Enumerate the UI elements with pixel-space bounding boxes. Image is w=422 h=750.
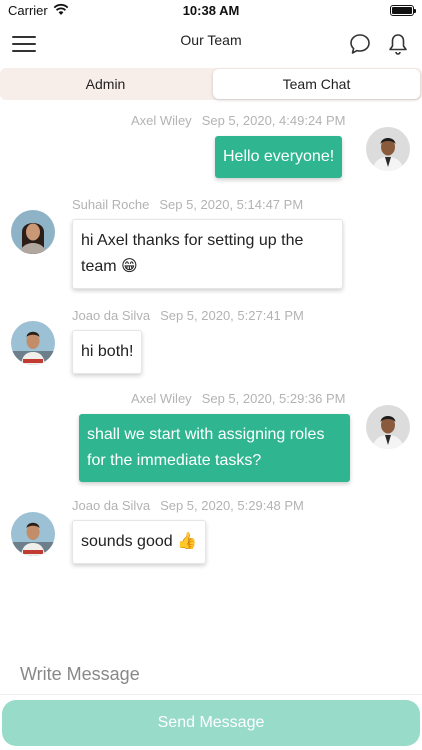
- message-sender: Suhail Roche: [72, 197, 150, 212]
- tab-admin[interactable]: Admin: [0, 69, 211, 99]
- avatar-suhail-roche: [11, 210, 55, 254]
- message-meta: Suhail Roche Sep 5, 2020, 5:14:47 PM: [72, 197, 303, 212]
- message-timestamp: Sep 5, 2020, 5:14:47 PM: [159, 197, 304, 212]
- message-timestamp: Sep 5, 2020, 5:27:41 PM: [160, 308, 304, 323]
- message-bubble-incoming[interactable]: hi Axel thanks for setting up the team 😁: [72, 219, 343, 289]
- message-sender: Axel Wiley: [131, 113, 192, 128]
- message-meta: Axel Wiley Sep 5, 2020, 5:29:36 PM: [131, 391, 346, 406]
- message-bubble-incoming[interactable]: hi both!: [72, 330, 143, 374]
- message-meta: Joao da Silva Sep 5, 2020, 5:29:48 PM: [72, 498, 304, 513]
- divider: [0, 694, 422, 695]
- message-bubble-outgoing[interactable]: shall we start with assigning roles for …: [79, 414, 350, 482]
- battery-icon: [390, 5, 416, 16]
- message-timestamp: Sep 5, 2020, 5:29:36 PM: [201, 391, 346, 406]
- tab-team-chat[interactable]: Team Chat: [213, 69, 420, 99]
- message-sender: Joao da Silva: [72, 498, 151, 513]
- avatar-axel-wiley: [366, 127, 410, 171]
- message-bubble-outgoing[interactable]: Hello everyone!: [215, 136, 343, 178]
- message-sender: Axel Wiley: [131, 391, 192, 406]
- message-timestamp: Sep 5, 2020, 5:29:48 PM: [160, 498, 304, 513]
- message-bubble-incoming[interactable]: sounds good 👍: [72, 520, 206, 564]
- tab-bar: Admin Team Chat: [0, 68, 422, 100]
- message-meta: Axel Wiley Sep 5, 2020, 4:49:24 PM: [131, 113, 346, 128]
- nav-bar: Our Team: [0, 24, 422, 66]
- send-message-button[interactable]: Send Message: [2, 700, 420, 746]
- status-bar: Carrier 10:38 AM: [0, 0, 422, 22]
- message-meta: Joao da Silva Sep 5, 2020, 5:27:41 PM: [72, 308, 304, 323]
- bell-icon[interactable]: [386, 32, 410, 56]
- message-sender: Joao da Silva: [72, 308, 151, 323]
- chat-bubble-icon[interactable]: [348, 32, 372, 56]
- avatar-axel-wiley: [366, 405, 410, 449]
- message-timestamp: Sep 5, 2020, 4:49:24 PM: [201, 113, 346, 128]
- message-input[interactable]: Write Message: [20, 660, 400, 688]
- status-time: 10:38 AM: [182, 3, 240, 18]
- avatar-joao-da-silva: [11, 512, 55, 556]
- avatar-joao-da-silva: [11, 321, 55, 365]
